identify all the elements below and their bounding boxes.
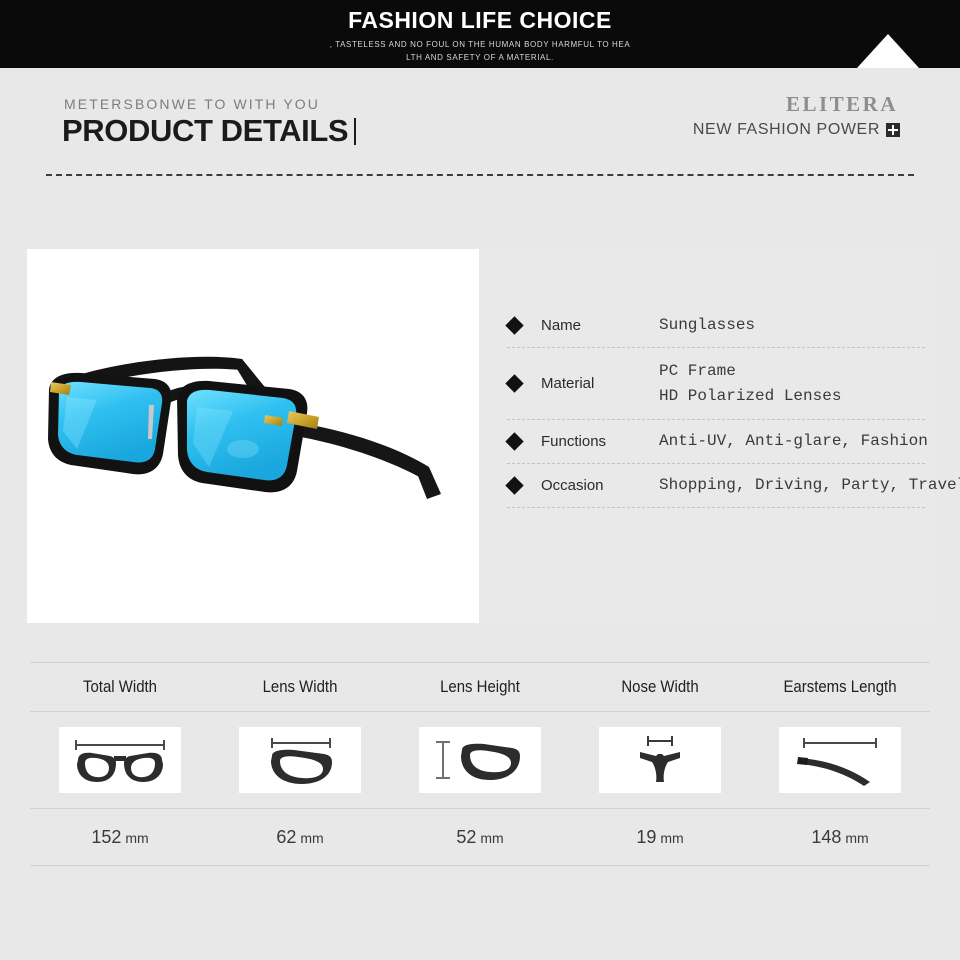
spec-value: PC Frame HD Polarized Lenses — [659, 361, 842, 405]
measurement-value: 152 — [91, 827, 122, 847]
spec-value: Anti-UV, Anti-glare, Fashion — [659, 432, 928, 451]
product-spec-area: Name Sunglasses Material PC Frame HD Pol… — [479, 249, 960, 623]
measurement-unit: mm — [480, 830, 504, 846]
banner-subtitle-line-2: LTH AND SAFETY OF A MATERIAL. — [406, 53, 554, 62]
brand-tagline-wrap: NEW FASHION POWER — [693, 121, 900, 139]
spec-row-material: Material PC Frame HD Polarized Lenses — [505, 348, 925, 420]
measurement-icon-cell — [570, 712, 750, 808]
measurement-header-cell: Earstems Length — [750, 663, 930, 711]
measurement-unit: mm — [660, 830, 684, 846]
sunglasses-illustration — [48, 356, 441, 499]
diamond-icon — [505, 374, 524, 393]
spec-list: Name Sunglasses Material PC Frame HD Pol… — [505, 304, 960, 508]
measurement-value-cell: 52 mm — [390, 809, 570, 865]
measurement-icon-cell — [750, 712, 930, 808]
measurement-value-cell: 19 mm — [570, 809, 750, 865]
spec-label: Functions — [541, 433, 607, 450]
measurement-value-cell: 148 mm — [750, 809, 930, 865]
title-section: METERSBONWE TO WITH YOU PRODUCT DETAILS … — [0, 68, 960, 240]
diamond-icon — [505, 432, 524, 451]
column-header: Total Width — [82, 677, 158, 696]
measurement-value-row: 152 mm 62 mm 52 mm 19 mm 148 mm — [30, 809, 930, 866]
page-kicker: METERSBONWE TO WITH YOU — [64, 96, 320, 112]
measurement-value-cell: 152 mm — [30, 809, 210, 865]
measurement-header-cell: Total Width — [30, 663, 210, 711]
product-photo-card[interactable] — [27, 249, 479, 623]
spec-label: Name — [541, 317, 582, 334]
spec-label: Occasion — [541, 477, 604, 494]
total-width-icon — [59, 727, 181, 793]
triangle-icon — [857, 34, 919, 68]
measurement-icon-row — [30, 712, 930, 809]
nose-width-icon — [599, 727, 721, 793]
product-detail-panel: Name Sunglasses Material PC Frame HD Pol… — [27, 249, 960, 623]
measurement-header-cell: Lens Width — [210, 663, 390, 711]
measurement-header-row: Total Width Lens Width Lens Height Nose … — [30, 662, 930, 712]
measurement-value-cell: 62 mm — [210, 809, 390, 865]
spec-row-occasion: Occasion Shopping, Driving, Party, Trave… — [505, 464, 960, 508]
measurement-value: 19 — [636, 827, 657, 847]
banner-subtitle-line-1: , TASTELESS AND NO FOUL ON THE HUMAN BOD… — [329, 40, 631, 49]
brand-name: ELITERA — [785, 92, 898, 116]
measurement-table: Total Width Lens Width Lens Height Nose … — [30, 662, 930, 866]
top-banner: FASHION LIFE CHOICE , TASTELESS AND NO F… — [0, 0, 960, 68]
plus-square-icon — [886, 123, 900, 137]
spec-value: Sunglasses — [659, 316, 756, 335]
spec-label: Material — [541, 375, 595, 392]
column-header: Lens Height — [440, 677, 520, 696]
column-header: Earstems Length — [783, 677, 897, 696]
measurement-header-cell: Nose Width — [570, 663, 750, 711]
measurement-value: 62 — [276, 827, 297, 847]
diamond-icon — [505, 476, 524, 495]
lens-width-icon — [239, 727, 361, 793]
measurement-unit: mm — [845, 830, 869, 846]
diamond-icon — [505, 316, 524, 335]
measurement-unit: mm — [300, 830, 324, 846]
brand-tagline: NEW FASHION POWER — [692, 121, 880, 138]
title-bar-accent — [354, 117, 357, 145]
column-header: Nose Width — [621, 677, 699, 696]
spec-value: Shopping, Driving, Party, Travel — [659, 476, 960, 495]
column-header: Lens Width — [262, 677, 338, 696]
measurement-value: 148 — [811, 827, 842, 847]
spec-row-name: Name Sunglasses — [505, 304, 925, 348]
measurement-icon-cell — [210, 712, 390, 808]
spec-row-functions: Functions Anti-UV, Anti-glare, Fashion — [505, 420, 928, 464]
measurement-unit: mm — [125, 830, 149, 846]
banner-title: FASHION LIFE CHOICE — [348, 7, 612, 33]
page-title: PRODUCT DETAILS — [62, 113, 349, 148]
lens-height-icon — [419, 727, 541, 793]
earstems-length-icon — [779, 727, 901, 793]
page-title-wrap: PRODUCT DETAILS — [62, 113, 357, 149]
measurement-header-cell: Lens Height — [390, 663, 570, 711]
measurement-icon-cell — [30, 712, 210, 808]
divider-dashed — [46, 174, 914, 176]
measurement-icon-cell — [390, 712, 570, 808]
measurement-value: 52 — [456, 827, 477, 847]
